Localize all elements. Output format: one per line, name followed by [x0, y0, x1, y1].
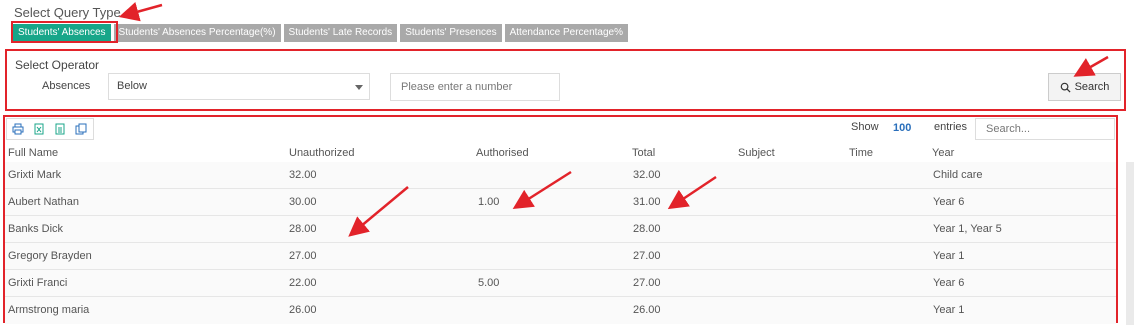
- cell-total: 27.00: [633, 250, 661, 262]
- active-tab-highlight: [11, 21, 118, 43]
- operator-label: Select Operator: [15, 58, 100, 72]
- table-row[interactable]: Gregory Brayden 27.00 27.00 Year 1: [5, 243, 1116, 270]
- table-row[interactable]: Grixti Mark 32.00 32.00 Child care: [5, 162, 1116, 189]
- cell-authorised: 5.00: [478, 277, 500, 289]
- column-header-year[interactable]: Year: [932, 147, 954, 159]
- chevron-down-icon: [355, 85, 363, 90]
- column-header-authorised[interactable]: Authorised: [476, 147, 529, 159]
- cell-total: 27.00: [633, 277, 661, 289]
- copy-icon[interactable]: [75, 123, 87, 135]
- operator-select[interactable]: Below: [108, 73, 370, 100]
- column-header-time[interactable]: Time: [849, 147, 873, 159]
- cell-total: 26.00: [633, 304, 661, 316]
- cell-unauthorized: 28.00: [289, 223, 317, 235]
- entries-label: entries: [934, 121, 968, 133]
- cell-year: Year 1: [933, 250, 965, 262]
- csv-icon[interactable]: [54, 123, 66, 135]
- table-row[interactable]: Aubert Nathan 30.00 1.00 31.00 Year 6: [5, 189, 1116, 216]
- table-search-input[interactable]: [975, 118, 1115, 140]
- tab-late-records[interactable]: Students' Late Records: [283, 24, 398, 42]
- tab-absences-percentage[interactable]: Students' Absences Percentage(%): [113, 24, 281, 42]
- cell-year: Year 6: [933, 277, 965, 289]
- cell-full-name: Grixti Mark: [8, 169, 62, 181]
- cell-unauthorized: 30.00: [289, 196, 317, 208]
- cell-authorised: 1.00: [478, 196, 500, 208]
- absences-label: Absences: [42, 80, 91, 92]
- entries-count-select[interactable]: 100: [893, 122, 911, 134]
- cell-total: 32.00: [633, 169, 661, 181]
- number-input[interactable]: [390, 73, 560, 101]
- cell-year: Year 1: [933, 304, 965, 316]
- cell-full-name: Banks Dick: [8, 223, 64, 235]
- column-header-total[interactable]: Total: [632, 147, 655, 159]
- column-header-unauthorized[interactable]: Unauthorized: [289, 147, 354, 159]
- table-row[interactable]: Banks Dick 28.00 28.00 Year 1, Year 5: [5, 216, 1116, 243]
- excel-icon[interactable]: [33, 123, 45, 135]
- cell-unauthorized: 26.00: [289, 304, 317, 316]
- search-button-label: Search: [1074, 81, 1110, 93]
- tab-attendance-percentage[interactable]: Attendance Percentage%: [504, 24, 629, 42]
- search-icon: [1060, 82, 1071, 93]
- cell-unauthorized: 22.00: [289, 277, 317, 289]
- column-header-subject[interactable]: Subject: [738, 147, 775, 159]
- query-type-label: Select Query Type: [14, 5, 121, 20]
- cell-year: Year 1, Year 5: [933, 223, 1002, 235]
- scrollbar[interactable]: [1126, 162, 1134, 325]
- table-row[interactable]: Grixti Franci 22.00 5.00 27.00 Year 6: [5, 270, 1116, 297]
- cell-full-name: Armstrong maria: [8, 304, 90, 316]
- print-icon[interactable]: [12, 123, 24, 135]
- cell-unauthorized: 32.00: [289, 169, 317, 181]
- search-button[interactable]: Search: [1048, 73, 1121, 101]
- table-row[interactable]: Armstrong maria 26.00 26.00 Year 1: [5, 297, 1116, 324]
- tab-presences[interactable]: Students' Presences: [400, 24, 502, 42]
- cell-total: 28.00: [633, 223, 661, 235]
- export-toolbar: [6, 118, 94, 140]
- operator-selected-value: Below: [117, 80, 147, 92]
- cell-unauthorized: 27.00: [289, 250, 317, 262]
- cell-total: 31.00: [633, 196, 661, 208]
- arrow-annotation: [118, 2, 163, 22]
- cell-full-name: Gregory Brayden: [8, 250, 92, 262]
- cell-year: Child care: [933, 169, 983, 181]
- column-header-full-name[interactable]: Full Name: [8, 147, 58, 159]
- cell-full-name: Aubert Nathan: [8, 196, 79, 208]
- show-label: Show: [851, 121, 879, 133]
- cell-year: Year 6: [933, 196, 965, 208]
- cell-full-name: Grixti Franci: [8, 277, 68, 289]
